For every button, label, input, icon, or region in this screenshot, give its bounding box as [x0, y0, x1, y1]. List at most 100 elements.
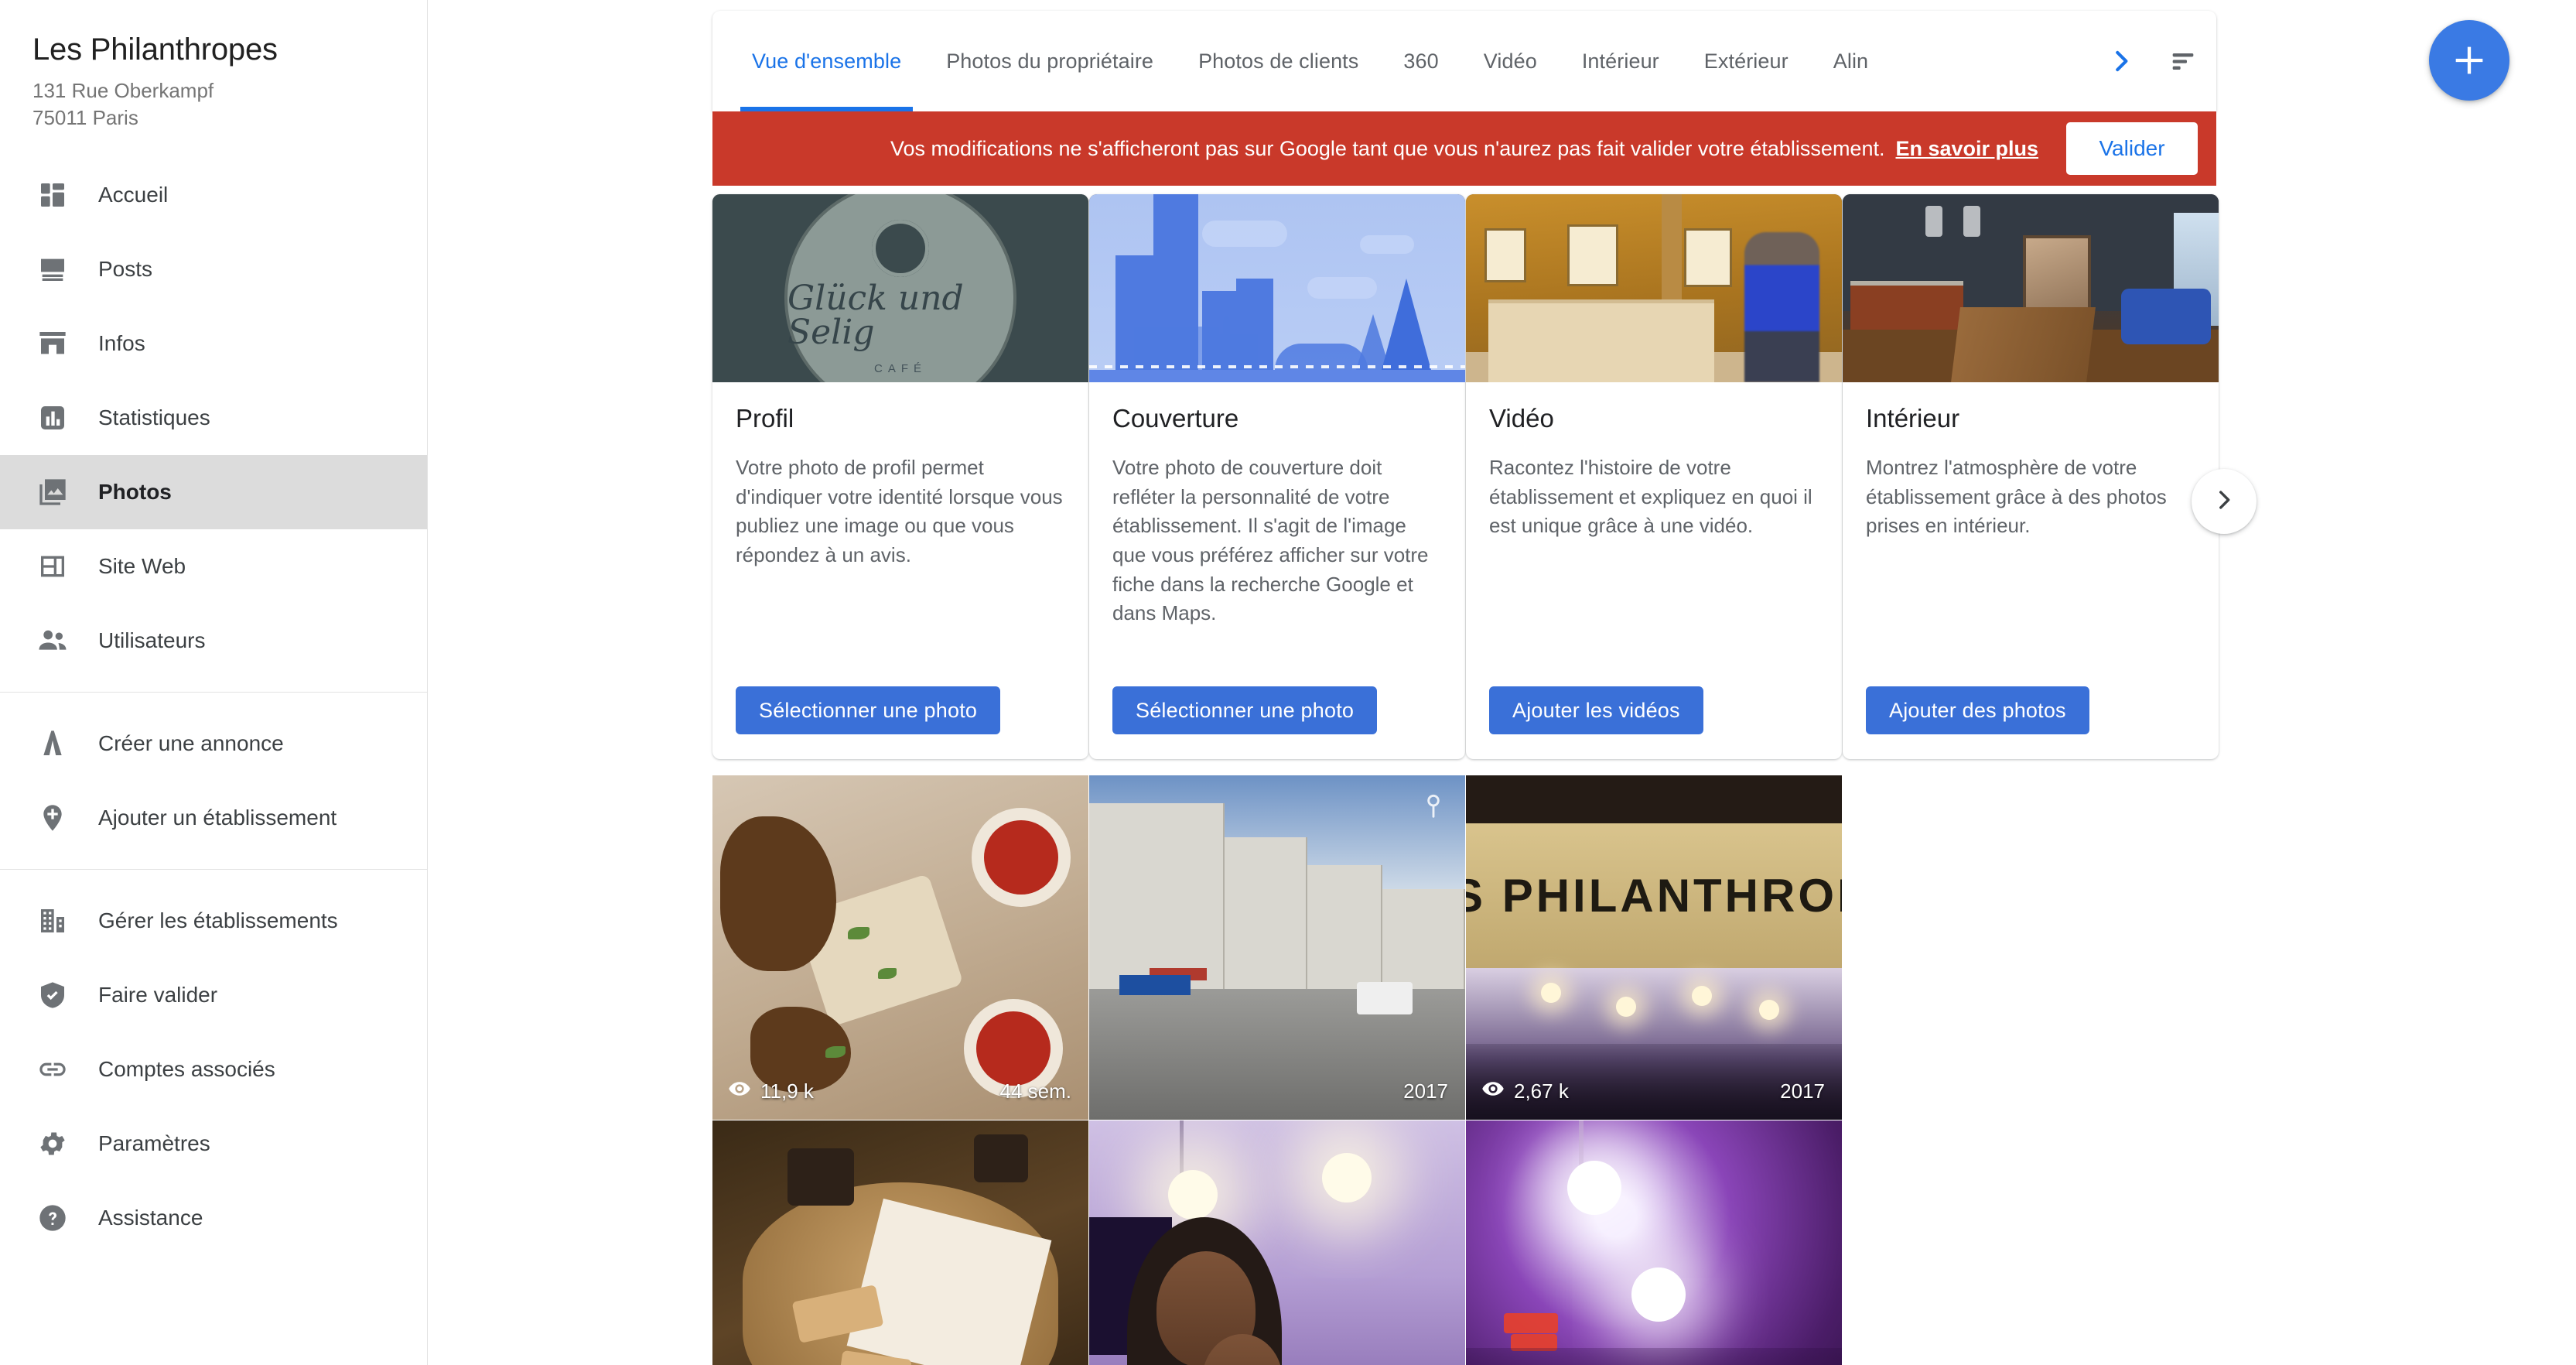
promo-card-couverture[interactable]: Couverture Votre photo de couverture doi…: [1089, 194, 1465, 759]
sidebar-item-label: Gérer les établissements: [98, 908, 338, 933]
add-videos-button[interactable]: Ajouter les vidéos: [1489, 686, 1703, 734]
chevron-right-icon[interactable]: [2093, 11, 2150, 111]
sort-icon[interactable]: [2150, 11, 2216, 111]
photo-age: 2017: [1780, 1079, 1825, 1103]
tab-bar: Vue d'ensemble Photos du propriétaire Ph…: [712, 11, 2216, 111]
banner-learn-more-link[interactable]: En savoir plus: [1895, 137, 2038, 161]
profile-photo-thumbnail: Glück und Selig CAFÉ: [712, 194, 1088, 382]
add-photos-button[interactable]: Ajouter des photos: [1866, 686, 2089, 734]
logo-sub-text: CAFÉ: [873, 362, 927, 375]
app-root: Les Philanthropes 131 Rue Oberkampf 7501…: [0, 0, 2576, 1365]
promo-card-title: Intérieur: [1866, 404, 1960, 433]
sidebar-item-label: Photos: [98, 480, 172, 505]
carousel-next-button[interactable]: [2192, 469, 2257, 534]
sidebar-item-utilisateurs[interactable]: Utilisateurs: [0, 604, 427, 678]
sidebar-item-label: Statistiques: [98, 405, 210, 430]
city-skyline-artwork: [1089, 194, 1465, 382]
photo-grid-item[interactable]: 11,9 k 44 sem.: [712, 775, 1088, 1120]
link-icon: [32, 1049, 73, 1090]
banner-message: Vos modifications ne s'afficheront pas s…: [890, 136, 1885, 160]
photos-page: Vue d'ensemble Photos du propriétaire Ph…: [712, 11, 2257, 1365]
web-layout-icon: [32, 546, 73, 587]
photo-grid-item[interactable]: ES PHILANTHROP 2,67 k: [1466, 775, 1842, 1120]
photo-grid-item[interactable]: 8,3 k 2017: [712, 1120, 1088, 1365]
photo-meta: 2,67 k 2017: [1466, 1062, 1842, 1120]
tab-label: Intérieur: [1581, 49, 1659, 73]
sidebar-item-site-web[interactable]: Site Web: [0, 529, 427, 604]
photo-views-value: 11,9 k: [760, 1079, 814, 1103]
sidebar-item-label: Créer une annonce: [98, 731, 284, 756]
verified-shield-icon: [32, 975, 73, 1015]
post-icon: [32, 249, 73, 289]
sidebar-item-gerer-les-etablissements[interactable]: Gérer les établissements: [0, 884, 427, 958]
plus-icon: [2449, 40, 2489, 80]
sidebar-item-ajouter-un-etablissement[interactable]: Ajouter un établissement: [0, 781, 427, 855]
validate-button[interactable]: Valider: [2066, 122, 2198, 175]
tab-alimentation-boissons[interactable]: Alin: [1811, 11, 1868, 111]
promo-card-description: Votre photo de profil permet d'indiquer …: [736, 456, 1063, 567]
eye-icon: [728, 1077, 751, 1106]
interior-thumbnail: [1843, 194, 2219, 382]
people-icon: [32, 621, 73, 661]
page-title: Les Philanthropes: [32, 32, 278, 67]
photo-library-icon: [32, 472, 73, 512]
select-photo-button[interactable]: Sélectionner une photo: [1112, 686, 1378, 734]
tab-exterieur[interactable]: Extérieur: [1682, 11, 1811, 111]
sidebar-item-accueil[interactable]: Accueil: [0, 158, 427, 232]
photo-grid-item[interactable]: [1089, 1120, 1465, 1365]
tab-360[interactable]: 360: [1381, 11, 1461, 111]
tab-video[interactable]: Vidéo: [1461, 11, 1560, 111]
add-photo-fab[interactable]: [2429, 20, 2509, 101]
party-night-artwork: [1466, 1120, 1842, 1365]
photo-views-value: 2,67 k: [1514, 1079, 1569, 1103]
sidebar-item-label: Ajouter un établissement: [98, 806, 337, 830]
photo-meta: 11,9 k 44 sem.: [712, 1062, 1088, 1120]
photo-grid-item[interactable]: [1466, 1120, 1842, 1365]
photo-grid-item[interactable]: 2017: [1089, 775, 1465, 1120]
sidebar-item-parametres[interactable]: Paramètres: [0, 1107, 427, 1181]
latte-rosette-icon: [872, 220, 929, 277]
tab-photos-du-proprietaire[interactable]: Photos du propriétaire: [924, 11, 1176, 111]
tab-label: Vue d'ensemble: [752, 49, 902, 73]
address-line-1: 131 Rue Oberkampf: [32, 79, 214, 102]
sidebar-item-faire-valider[interactable]: Faire valider: [0, 958, 427, 1032]
sidebar-item-label: Faire valider: [98, 983, 218, 1008]
promo-carousel: Glück und Selig CAFÉ Profil Votre photo …: [712, 186, 2257, 759]
tab-interieur[interactable]: Intérieur: [1560, 11, 1682, 111]
photo-meta: 2017: [1089, 1062, 1465, 1120]
cafe-logo-artwork: Glück und Selig CAFÉ: [712, 194, 1088, 382]
adwords-icon: [32, 724, 73, 764]
business-address: 131 Rue Oberkampf 75011 Paris: [0, 67, 427, 132]
sidebar-item-infos[interactable]: Infos: [0, 306, 427, 381]
sidebar-item-creer-une-annonce[interactable]: Créer une annonce: [0, 706, 427, 781]
verification-banner: Vos modifications ne s'afficheront pas s…: [712, 111, 2216, 186]
sidebar-item-statistiques[interactable]: Statistiques: [0, 381, 427, 455]
tab-label: Vidéo: [1483, 49, 1537, 73]
photo-view-count: 11,9 k: [728, 1077, 814, 1106]
photo-grid: 11,9 k 44 sem. 2017 S PHILANTHROP 2,67 k…: [712, 775, 2216, 1365]
promo-card-title: Profil: [736, 404, 794, 433]
tab-vue-densemble[interactable]: Vue d'ensemble: [729, 11, 924, 111]
sidebar-item-posts[interactable]: Posts: [0, 232, 427, 306]
promo-card-title: Couverture: [1112, 404, 1239, 433]
promo-card-interieur[interactable]: Intérieur Montrez l'atmosphère de votre …: [1843, 194, 2219, 759]
business-icon: [32, 901, 73, 941]
tab-label: Photos de clients: [1198, 49, 1359, 73]
sidebar-item-label: Accueil: [98, 183, 169, 207]
video-thumbnail: [1466, 194, 1842, 382]
select-photo-button[interactable]: Sélectionner une photo: [736, 686, 1001, 734]
gear-icon: [32, 1124, 73, 1164]
tab-label: Photos du propriétaire: [946, 49, 1154, 73]
sidebar-item-comptes-associes[interactable]: Comptes associés: [0, 1032, 427, 1107]
add-location-icon: [32, 798, 73, 838]
sidebar-item-assistance[interactable]: Assistance: [0, 1181, 427, 1255]
chevron-right-icon: [2211, 487, 2237, 517]
promo-card-title: Vidéo: [1489, 404, 1554, 433]
promo-card-profil[interactable]: Glück und Selig CAFÉ Profil Votre photo …: [712, 194, 1088, 759]
promo-card-video[interactable]: Vidéo Racontez l'histoire de votre établ…: [1466, 194, 1842, 759]
tab-label: Alin: [1833, 49, 1869, 73]
tab-photos-de-clients[interactable]: Photos de clients: [1176, 11, 1381, 111]
sidebar-item-photos[interactable]: Photos: [0, 455, 427, 530]
street-view-pin-icon: [1419, 791, 1448, 824]
promo-card-description: Votre photo de couverture doit refléter …: [1112, 456, 1429, 625]
